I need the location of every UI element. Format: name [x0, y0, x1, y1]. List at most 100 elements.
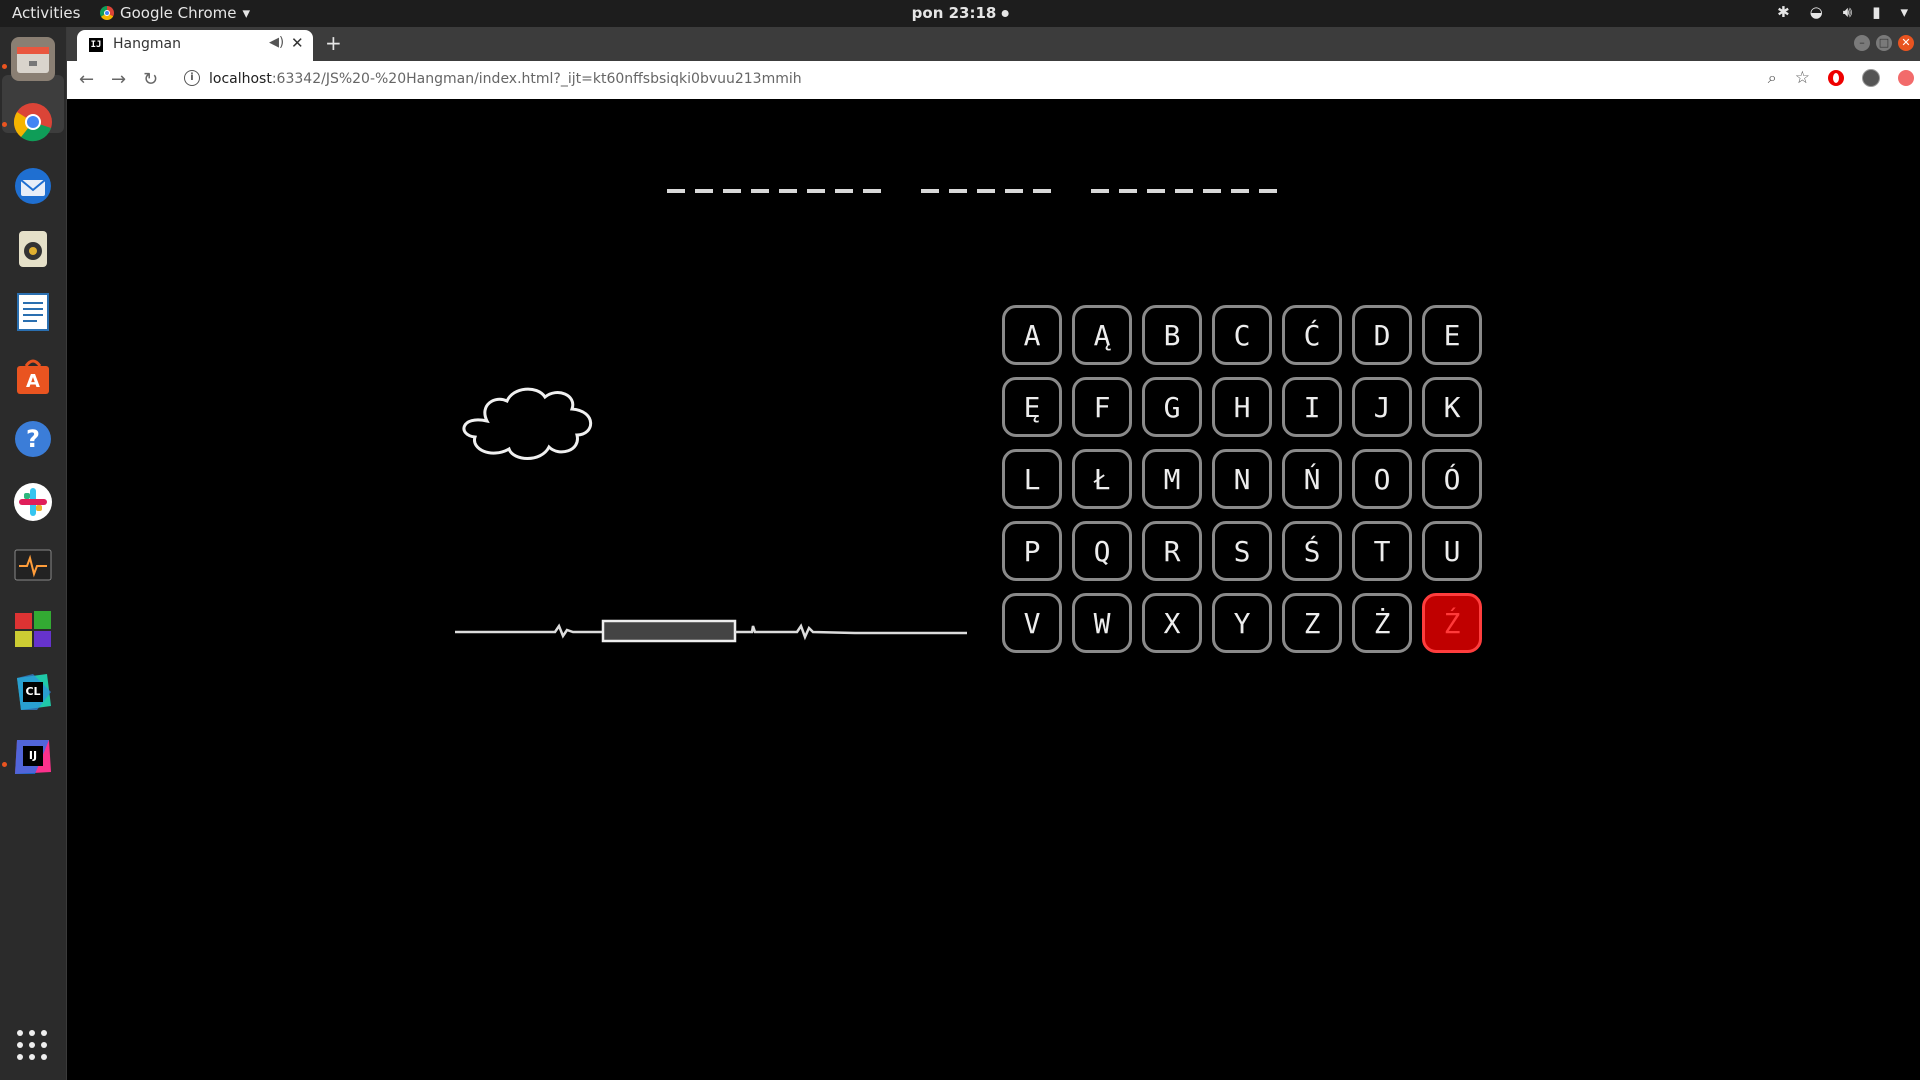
show-applications-icon[interactable]	[17, 1030, 47, 1060]
forward-icon[interactable]: →	[111, 69, 126, 90]
cloud-drawing	[462, 387, 593, 460]
slack-icon[interactable]	[11, 480, 55, 524]
volume-icon[interactable]: 🔊︎	[1843, 3, 1852, 21]
intellij-icon[interactable]: IJ	[11, 734, 55, 778]
letter-key[interactable]: Ń	[1282, 449, 1342, 509]
puzzle-word	[1091, 177, 1277, 193]
tab-title: Hangman	[113, 36, 181, 52]
files-icon[interactable]	[11, 37, 55, 81]
letter-key[interactable]: U	[1422, 521, 1482, 581]
windows-app-icon[interactable]	[11, 607, 55, 651]
letter-keyboard: AĄBCĆDE ĘFGHIJK LŁMNŃOÓ PQRSŚTU VWXYZŻŹ	[1002, 305, 1482, 653]
letter-key[interactable]: S	[1212, 521, 1272, 581]
letter-key[interactable]: F	[1072, 377, 1132, 437]
letter-key[interactable]: K	[1422, 377, 1482, 437]
chrome-icon[interactable]	[11, 100, 55, 144]
letter-key[interactable]: L	[1002, 449, 1062, 509]
app-menu-label: Google Chrome	[120, 4, 237, 22]
bluetooth-icon[interactable]: ✱	[1777, 3, 1790, 21]
letter-key[interactable]: Ś	[1282, 521, 1342, 581]
chevron-down-icon: ▾	[242, 4, 251, 22]
browser-window: IJ Hangman ◀) ✕ + – □ ✕ ← → ↻ i localhos…	[67, 27, 1920, 1080]
letter-key[interactable]: O	[1352, 449, 1412, 509]
letter-key[interactable]: X	[1142, 593, 1202, 653]
clock[interactable]: pon 23:18	[912, 4, 1009, 22]
letter-key[interactable]: B	[1142, 305, 1202, 365]
letter-key[interactable]: Ą	[1072, 305, 1132, 365]
letter-key[interactable]: W	[1072, 593, 1132, 653]
hidden-letter-slot	[1259, 189, 1277, 193]
letter-key[interactable]: Ć	[1282, 305, 1342, 365]
clock-label: pon 23:18	[911, 4, 997, 22]
url-path: :63342/JS%20-%20Hangman/index.html?_ijt=…	[271, 71, 802, 87]
letter-key[interactable]: Q	[1072, 521, 1132, 581]
opera-extension-icon[interactable]	[1828, 70, 1844, 86]
running-indicator	[2, 64, 7, 69]
letter-key[interactable]: H	[1212, 377, 1272, 437]
letter-key[interactable]: Ł	[1072, 449, 1132, 509]
running-indicator	[2, 762, 7, 767]
letter-key[interactable]: J	[1352, 377, 1412, 437]
running-indicator	[2, 122, 7, 127]
app-menu[interactable]: Google Chrome ▾	[100, 4, 250, 22]
bookmark-star-icon[interactable]: ☆	[1795, 68, 1810, 88]
back-icon[interactable]: ←	[79, 69, 94, 90]
window-controls: – □ ✕	[1854, 35, 1914, 51]
letter-key[interactable]: V	[1002, 593, 1062, 653]
letter-key[interactable]: D	[1352, 305, 1412, 365]
letter-key[interactable]: Z	[1282, 593, 1342, 653]
reload-icon[interactable]: ↻	[143, 69, 158, 90]
letter-key[interactable]: C	[1212, 305, 1272, 365]
letter-key[interactable]: Ę	[1002, 377, 1062, 437]
profile-avatar-icon[interactable]	[1862, 69, 1880, 87]
letter-key[interactable]: Ż	[1352, 593, 1412, 653]
writer-icon[interactable]	[11, 290, 55, 334]
letter-key[interactable]: M	[1142, 449, 1202, 509]
battery-icon[interactable]: ▮	[1872, 3, 1880, 21]
gnome-top-bar: Activities Google Chrome ▾ pon 23:18 ✱ ◒…	[0, 0, 1920, 27]
minimize-button[interactable]: –	[1854, 35, 1870, 51]
letter-key[interactable]: T	[1352, 521, 1412, 581]
help-icon[interactable]: ?	[11, 417, 55, 461]
extension-icon[interactable]	[1898, 70, 1914, 86]
letter-key[interactable]: P	[1002, 521, 1062, 581]
letter-key[interactable]: R	[1142, 521, 1202, 581]
svg-text:IJ: IJ	[29, 749, 37, 762]
chevron-down-icon[interactable]: ▾	[1900, 3, 1908, 21]
notification-dot-icon	[1001, 9, 1009, 17]
url-host: localhost	[209, 71, 272, 87]
audio-icon[interactable]: ◀)	[269, 35, 284, 50]
rhythmbox-icon[interactable]	[11, 227, 55, 271]
hidden-letter-slot	[1175, 189, 1193, 193]
system-monitor-icon[interactable]	[11, 544, 55, 588]
hangman-scene	[455, 387, 967, 643]
close-window-button[interactable]: ✕	[1898, 35, 1914, 51]
letter-key[interactable]: Ó	[1422, 449, 1482, 509]
new-tab-button[interactable]: +	[325, 31, 342, 55]
letter-key[interactable]: A	[1002, 305, 1062, 365]
address-bar[interactable]: localhost:63342/JS%20-%20Hangman/index.h…	[209, 71, 802, 87]
wifi-icon[interactable]: ◒	[1810, 3, 1823, 21]
browser-toolbar: ← → ↻ i localhost:63342/JS%20-%20Hangman…	[67, 61, 1920, 100]
letter-key[interactable]: I	[1282, 377, 1342, 437]
zoom-icon[interactable]: ⌕	[1768, 68, 1777, 88]
tab-hangman[interactable]: IJ Hangman ◀) ✕	[77, 30, 313, 61]
intellij-favicon-icon: IJ	[89, 38, 103, 52]
chrome-icon	[100, 6, 114, 20]
site-info-icon[interactable]: i	[184, 70, 200, 86]
software-center-icon[interactable]: A	[11, 354, 55, 398]
hangman-page: AĄBCĆDE ĘFGHIJK LŁMNŃOÓ PQRSŚTU VWXYZŻŹ	[67, 99, 1920, 1080]
letter-key[interactable]: E	[1422, 305, 1482, 365]
thunderbird-icon[interactable]	[11, 164, 55, 208]
letter-key[interactable]: N	[1212, 449, 1272, 509]
activities-button[interactable]: Activities	[12, 4, 80, 22]
letter-key[interactable]: Y	[1212, 593, 1272, 653]
system-tray[interactable]: ✱ ◒ 🔊︎ ▮ ▾	[1777, 3, 1908, 21]
clion-icon[interactable]: CL	[11, 670, 55, 714]
maximize-button[interactable]: □	[1876, 35, 1892, 51]
letter-key[interactable]: G	[1142, 377, 1202, 437]
dock: A ? CL IJ	[0, 27, 67, 1080]
close-tab-icon[interactable]: ✕	[291, 34, 304, 52]
svg-text:CL: CL	[25, 685, 40, 698]
letter-key[interactable]: Ź	[1422, 593, 1482, 653]
